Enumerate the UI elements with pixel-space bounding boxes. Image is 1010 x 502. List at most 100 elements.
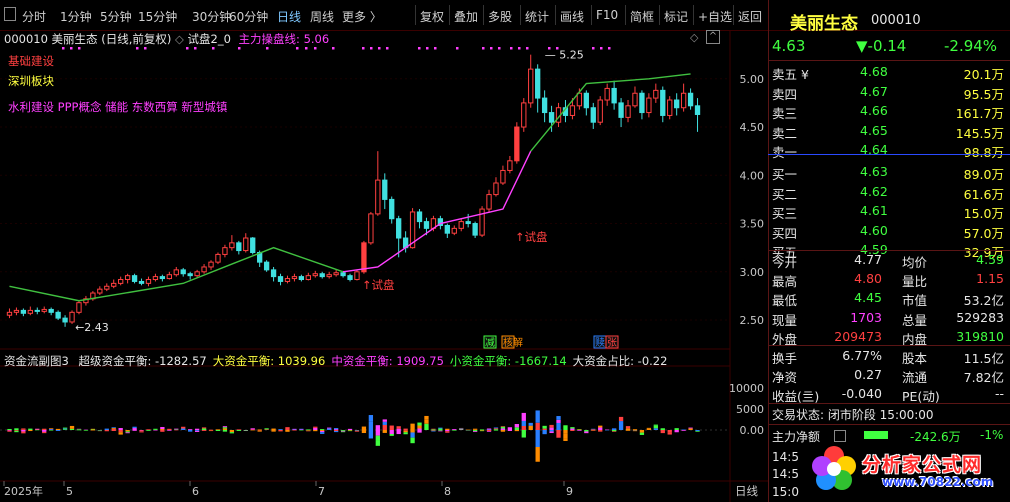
candle-body[interactable] bbox=[604, 87, 610, 101]
candle-body[interactable] bbox=[382, 179, 388, 200]
candle-body[interactable] bbox=[667, 99, 673, 116]
period-tab[interactable]: 日线 bbox=[277, 8, 301, 25]
toolbar-button[interactable]: 叠加 bbox=[454, 8, 478, 25]
candle-body[interactable] bbox=[674, 99, 680, 109]
period-tab[interactable]: 60分钟 bbox=[229, 8, 268, 25]
candle-body[interactable] bbox=[298, 276, 305, 281]
candle-body[interactable] bbox=[368, 213, 374, 244]
ask-price[interactable]: 4.65 bbox=[860, 123, 888, 138]
layout-icon[interactable] bbox=[4, 7, 16, 21]
period-tab[interactable]: 周线 bbox=[310, 8, 334, 25]
chart-collapse-icon[interactable]: ^ bbox=[706, 30, 720, 44]
candle-body[interactable] bbox=[326, 274, 332, 278]
candle-body[interactable] bbox=[500, 169, 506, 184]
candle-body[interactable] bbox=[118, 279, 124, 284]
candle-body[interactable] bbox=[69, 311, 75, 323]
bid-price[interactable]: 4.61 bbox=[860, 203, 888, 218]
period-tab[interactable]: 30分钟 bbox=[192, 8, 231, 25]
candle-body[interactable] bbox=[625, 105, 631, 118]
period-tab[interactable]: 1分钟 bbox=[60, 8, 92, 25]
candle-body[interactable] bbox=[312, 273, 318, 277]
candle-body[interactable] bbox=[458, 221, 464, 229]
candle-body[interactable] bbox=[104, 285, 110, 290]
candle-body[interactable] bbox=[576, 92, 583, 107]
candle-body[interactable] bbox=[243, 237, 249, 252]
candle-body[interactable] bbox=[535, 68, 541, 99]
candle-body[interactable] bbox=[27, 309, 33, 314]
candle-body[interactable] bbox=[340, 272, 346, 277]
candle-body[interactable] bbox=[590, 107, 596, 123]
candle-body[interactable] bbox=[55, 311, 61, 319]
candle-body[interactable] bbox=[423, 221, 430, 229]
ask-price[interactable]: 4.68 bbox=[860, 64, 888, 79]
candle-body[interactable] bbox=[583, 92, 589, 109]
candle-body[interactable] bbox=[13, 309, 20, 313]
period-label[interactable]: 日线 bbox=[735, 484, 758, 498]
candle-body[interactable] bbox=[250, 237, 256, 253]
candle-body[interactable] bbox=[361, 242, 367, 273]
candle-body[interactable] bbox=[291, 276, 298, 280]
candle-body[interactable] bbox=[347, 275, 353, 281]
candle-body[interactable] bbox=[333, 272, 339, 276]
candle-body[interactable] bbox=[389, 198, 395, 220]
candle-body[interactable] bbox=[507, 160, 513, 171]
candle-body[interactable] bbox=[521, 102, 527, 128]
candle-body[interactable] bbox=[180, 269, 186, 275]
candle-body[interactable] bbox=[646, 97, 652, 114]
sub-chart-title[interactable]: 资金流副图3 bbox=[4, 354, 69, 368]
candle-body[interactable] bbox=[111, 282, 117, 287]
toolbar-button[interactable]: 返回 bbox=[738, 8, 762, 25]
candle-body[interactable] bbox=[680, 92, 687, 109]
candle-body[interactable] bbox=[632, 92, 638, 107]
ask-price[interactable]: 4.66 bbox=[860, 103, 888, 118]
candle-body[interactable] bbox=[97, 288, 103, 294]
ask-price[interactable]: 4.67 bbox=[860, 84, 888, 99]
bid-price[interactable]: 4.60 bbox=[860, 223, 888, 238]
candle-body[interactable] bbox=[396, 218, 402, 239]
candle-body[interactable] bbox=[284, 278, 291, 282]
candle-body[interactable] bbox=[618, 102, 624, 118]
chart-settings-icon[interactable]: ◇ bbox=[690, 31, 698, 44]
toolbar-button[interactable]: F10 bbox=[596, 8, 618, 22]
candle-body[interactable] bbox=[138, 280, 145, 284]
candle-body[interactable] bbox=[465, 221, 471, 225]
candle-body[interactable] bbox=[493, 182, 499, 196]
candle-body[interactable] bbox=[187, 273, 193, 277]
toolbar-button[interactable]: 标记 bbox=[664, 8, 688, 25]
candle-body[interactable] bbox=[222, 247, 228, 255]
candle-body[interactable] bbox=[548, 112, 555, 123]
candle-body[interactable] bbox=[201, 266, 207, 273]
candle-body[interactable] bbox=[694, 105, 701, 115]
candle-body[interactable] bbox=[528, 68, 534, 104]
candle-body[interactable] bbox=[76, 302, 82, 313]
candle-body[interactable] bbox=[208, 261, 214, 268]
candle-body[interactable] bbox=[639, 92, 645, 114]
candle-body[interactable] bbox=[41, 308, 47, 312]
candle-body[interactable] bbox=[48, 308, 54, 313]
candle-body[interactable] bbox=[597, 99, 603, 123]
period-tab[interactable]: 分时 bbox=[22, 8, 46, 25]
candle-body[interactable] bbox=[569, 105, 576, 116]
candle-body[interactable] bbox=[611, 87, 617, 104]
toolbar-button[interactable]: 复权 bbox=[420, 8, 444, 25]
candle-body[interactable] bbox=[20, 309, 27, 314]
candle-body[interactable] bbox=[236, 242, 242, 252]
candle-body[interactable] bbox=[444, 224, 450, 234]
candle-body[interactable] bbox=[263, 261, 270, 271]
toolbar-button[interactable]: 简框 bbox=[630, 8, 654, 25]
candle-body[interactable] bbox=[145, 279, 152, 284]
candle-body[interactable] bbox=[270, 269, 277, 278]
period-tab[interactable]: 更多 〉 bbox=[342, 8, 382, 25]
candle-body[interactable] bbox=[215, 253, 221, 263]
candle-body[interactable] bbox=[62, 317, 68, 323]
period-tab[interactable]: 5分钟 bbox=[100, 8, 132, 25]
candle-body[interactable] bbox=[159, 276, 166, 280]
toolbar-button[interactable]: 多股 bbox=[488, 8, 512, 25]
candle-body[interactable] bbox=[229, 242, 235, 249]
candle-body[interactable] bbox=[124, 275, 131, 281]
candle-body[interactable] bbox=[687, 92, 694, 107]
candle-body[interactable] bbox=[653, 89, 659, 99]
bid-price[interactable]: 4.62 bbox=[860, 184, 888, 199]
candle-body[interactable] bbox=[451, 227, 457, 234]
candle-body[interactable] bbox=[34, 309, 40, 312]
